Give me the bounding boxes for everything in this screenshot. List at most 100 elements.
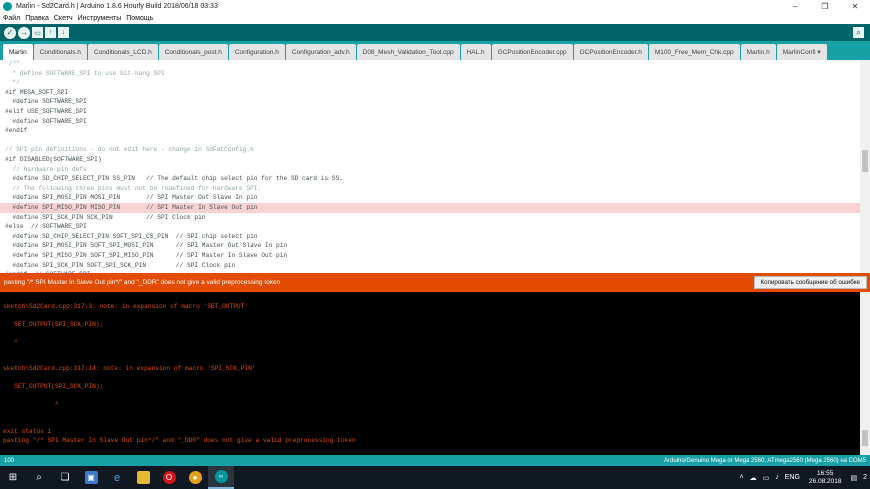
arrow-right-icon: → [20,28,28,37]
notification-count: 2 [863,474,867,481]
console-line: SET_OUTPUT(SPI_SCK_PIN); [3,320,104,328]
code-editor[interactable]: /** * define SOFTWARE_SPI to use bit-ban… [0,60,870,273]
edge-button[interactable]: e [104,466,130,489]
code-line: #else // SOFTWARE_SPI [5,223,87,231]
start-button[interactable]: ⊞ [0,466,26,489]
code-line: /** [5,60,20,67]
arduino-taskbar-button[interactable]: ∞ [208,466,234,489]
status-bar: 100 Arduino/Genuino Mega or Mega 2560, A… [0,455,870,466]
menu-edit[interactable]: Правка [25,15,49,22]
upload-button[interactable]: → [18,26,30,39]
console-scrollbar[interactable] [860,292,870,455]
console-line: sketch\Sd2Card.cpp:317:3: note: in expan… [3,303,249,310]
arduino-icon: ∞ [214,470,228,483]
editor-scrollbar[interactable] [860,60,870,273]
tab-6[interactable]: D08_Mesh_Validation_Tool.cpp [356,44,460,60]
tab-3[interactable]: Conditionals_post.h [158,44,228,60]
volume-icon[interactable]: ♪ [775,474,779,481]
menu-bar: Файл Правка Скетч Инструменты Помощь [0,13,870,24]
tab-12[interactable]: MarlinConfi ▾ [776,44,827,60]
toolbar: ✓ → ▭ ↑ ↓ ⌕ [0,24,870,41]
notifications-icon[interactable]: ▤ [850,474,857,482]
clock-date: 26.08.2018 [808,477,842,485]
tab-1[interactable]: Conditionals.h [33,44,87,60]
clock[interactable]: 16:55 26.08.2018 [809,470,842,486]
tab-9[interactable]: GCPositionEncoder.h [573,44,648,60]
new-sketch-button[interactable]: ▭ [32,27,43,38]
code-line: #elif USE_SOFTWARE_SPI [5,108,87,115]
code-line: // SPI pin definitions - do not edit her… [5,146,254,154]
edge-icon: e [113,471,121,484]
window-title: Marlin - Sd2Card.h | Arduino 1.8.6 Hourl… [16,3,218,10]
menu-tools[interactable]: Инструменты [78,15,122,22]
copy-error-button[interactable]: Копировать сообщение об ошибке [753,276,867,289]
minimize-button[interactable]: – [780,2,810,11]
arrow-down-icon: ↓ [61,29,66,36]
magnifier-icon: ⌕ [856,27,861,37]
tab-11[interactable]: Marlin.h [740,44,776,60]
tab-2[interactable]: Conditionals_LCD.h [87,44,158,60]
search-icon: ⌕ [36,472,42,483]
file-tabs: Marlin Conditionals.h Conditionals_LCD.h Co… [0,41,870,60]
explorer-button[interactable] [130,466,156,489]
clock-time: 16:55 [817,469,834,477]
console-scroll-thumb[interactable] [862,430,868,446]
code-line-error: #define SPI_MISO_PIN MISO_PIN // SPI Mas… [0,203,860,213]
tab-4[interactable]: Configuration.h [228,44,285,60]
open-sketch-button[interactable]: ↑ [45,27,56,38]
chevron-up-icon[interactable]: ˄ [740,474,744,481]
network-icon[interactable]: ▭ [763,474,770,482]
menu-sketch[interactable]: Скетч [54,15,73,22]
maximize-button[interactable]: ❐ [810,2,840,11]
system-tray: ˄ ☁ ▭ ♪ ENG 16:55 26.08.2018 ▤ 2 [737,470,870,486]
input-language[interactable]: ENG [785,474,800,481]
console-line: pasting "/* SPI Master In Slave Out pin*… [3,436,356,444]
board-info: Arduino/Genuino Mega or Mega 2560, ATmeg… [664,457,866,464]
error-message: pasting "/* SPI Master In Slave Out pin*… [4,279,281,286]
tab-5[interactable]: Configuration_adv.h [285,44,356,60]
task-view-button[interactable]: ❏ [52,466,78,489]
tab-10[interactable]: M100_Free_Mem_Chk.cpp [648,44,740,60]
cloud-icon[interactable]: ☁ [750,474,757,482]
verify-button[interactable]: ✓ [4,26,16,39]
save-sketch-button[interactable]: ↓ [58,27,69,38]
code-line: #define SPI_SCK_PIN SOFT_SPI_SCK_PIN // … [5,261,236,269]
code-line: #if DISABLED(SOFTWARE_SPI) [5,156,102,163]
console-line: SET_OUTPUT(SPI_SCK_PIN); [3,383,104,391]
tab-0[interactable]: Marlin [3,44,33,60]
error-bar: pasting "/* SPI Master In Slave Out pin*… [0,273,870,292]
editor-scroll-thumb[interactable] [862,150,868,172]
console-line: ^ [3,338,18,346]
code-line: #define SPI_SCK_PIN SCK_PIN // SPI Clock… [5,213,206,221]
console-output[interactable]: sketch\Sd2Card.cpp:317:3: note: in expan… [0,292,870,455]
console-line: ^ [3,400,59,408]
code-line: // hardware pin defs [5,165,87,173]
serial-monitor-button[interactable]: ⌕ [853,27,864,38]
close-button[interactable]: ✕ [840,2,870,11]
folder-icon [136,471,150,484]
menu-file[interactable]: Файл [3,15,20,22]
code-line: #define SOFTWARE_SPI [5,98,87,106]
code-line: #if MEGA_SOFT_SPI [5,88,69,96]
code-line: #define SD_CHIP_SELECT_PIN SOFT_SPI_CS_P… [5,232,258,240]
line-number: 100 [4,457,15,464]
chrome-button[interactable]: ● [182,466,208,489]
task-view-icon: ❏ [60,472,70,483]
code-line: */ [5,79,20,87]
opera-icon: O [162,471,176,484]
console-line: sketch\Sd2Card.cpp:317:14: note: in expa… [3,365,256,373]
tab-8[interactable]: GCPositionEncoder.cpp [491,44,573,60]
search-taskbar-button[interactable]: ⌕ [26,466,52,489]
new-file-icon: ▭ [34,29,41,37]
menu-help[interactable]: Помощь [126,15,153,22]
store-bag-icon: ▣ [84,471,98,484]
tab-7[interactable]: HAL.h [460,44,491,60]
store-button[interactable]: ▣ [78,466,104,489]
opera-button[interactable]: O [156,466,182,489]
